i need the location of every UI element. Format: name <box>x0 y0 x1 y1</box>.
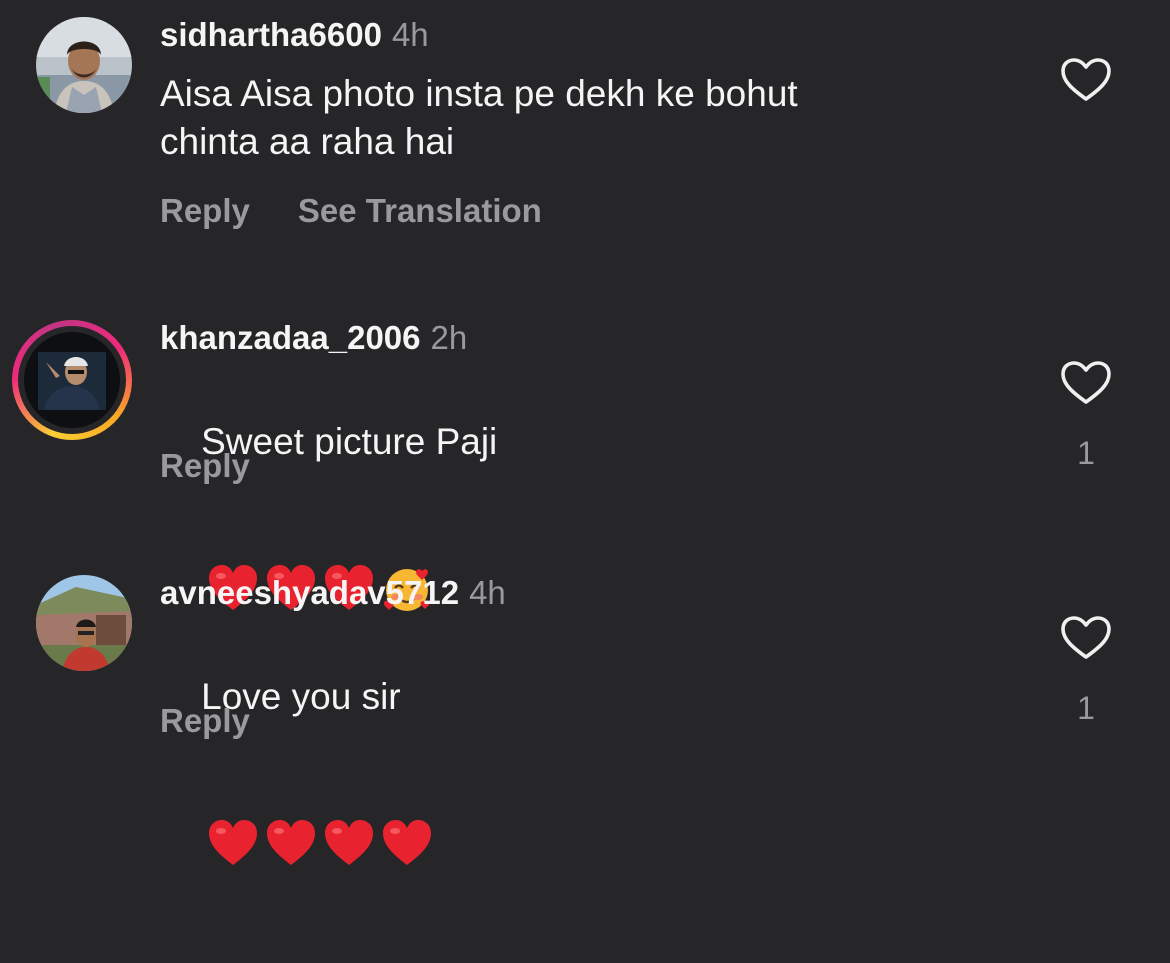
heart-outline-icon[interactable] <box>1060 615 1112 661</box>
avatar[interactable] <box>12 320 132 440</box>
heart-outline-icon[interactable] <box>1060 57 1112 103</box>
reply-button[interactable]: Reply <box>160 447 250 484</box>
comment-item: sidhartha6600 4h Aisa Aisa photo insta pe… <box>0 0 1170 260</box>
comment-text: Love you sir <box>160 625 1020 866</box>
like-count: 1 <box>1077 435 1095 471</box>
avatar[interactable] <box>36 17 132 113</box>
username[interactable]: sidhartha6600 <box>160 16 382 53</box>
comment-header: sidhartha6600 4h <box>160 15 429 55</box>
comment-actions: Reply <box>160 446 250 486</box>
comment-actions: Reply <box>160 701 250 741</box>
comment-actions: Reply See Translation <box>160 191 542 231</box>
avatar-photo <box>36 575 132 671</box>
avatar-photo <box>24 332 120 428</box>
like-heart-shape <box>1061 58 1111 101</box>
like-heart-shape <box>1061 361 1111 404</box>
see-translation-button[interactable]: See Translation <box>298 192 542 229</box>
timestamp: 2h <box>430 319 468 356</box>
comment-text: Sweet picture Paji <box>160 370 1020 612</box>
red-heart-emoji <box>265 468 317 611</box>
comment-header: khanzadaa_2006 2h <box>160 318 467 358</box>
comment-item: avneeshyadav5712 4h Love you sir Reply 1 <box>0 555 1170 866</box>
smiling-face-with-hearts-emoji <box>381 466 433 612</box>
avatar-photo <box>36 17 132 113</box>
comment-text: Aisa Aisa photo insta pe dekh ke bohut c… <box>160 73 798 162</box>
comment-header: avneeshyadav5712 4h <box>160 573 506 613</box>
like-heart-shape <box>1061 616 1111 659</box>
reply-button[interactable]: Reply <box>160 192 250 229</box>
red-heart-emoji <box>323 723 375 866</box>
red-heart-emoji <box>265 723 317 866</box>
comment-item: khanzadaa_2006 2h Sweet picture Paji Rep… <box>0 300 1170 612</box>
timestamp: 4h <box>391 16 429 53</box>
username[interactable]: avneeshyadav5712 <box>160 574 459 611</box>
username[interactable]: khanzadaa_2006 <box>160 319 421 356</box>
avatar[interactable] <box>36 575 132 671</box>
reply-button[interactable]: Reply <box>160 702 250 739</box>
like-count: 1 <box>1077 690 1095 726</box>
timestamp: 4h <box>469 574 506 611</box>
heart-outline-icon[interactable] <box>1060 360 1112 406</box>
red-heart-emoji <box>323 468 375 611</box>
red-heart-emoji <box>381 723 433 866</box>
